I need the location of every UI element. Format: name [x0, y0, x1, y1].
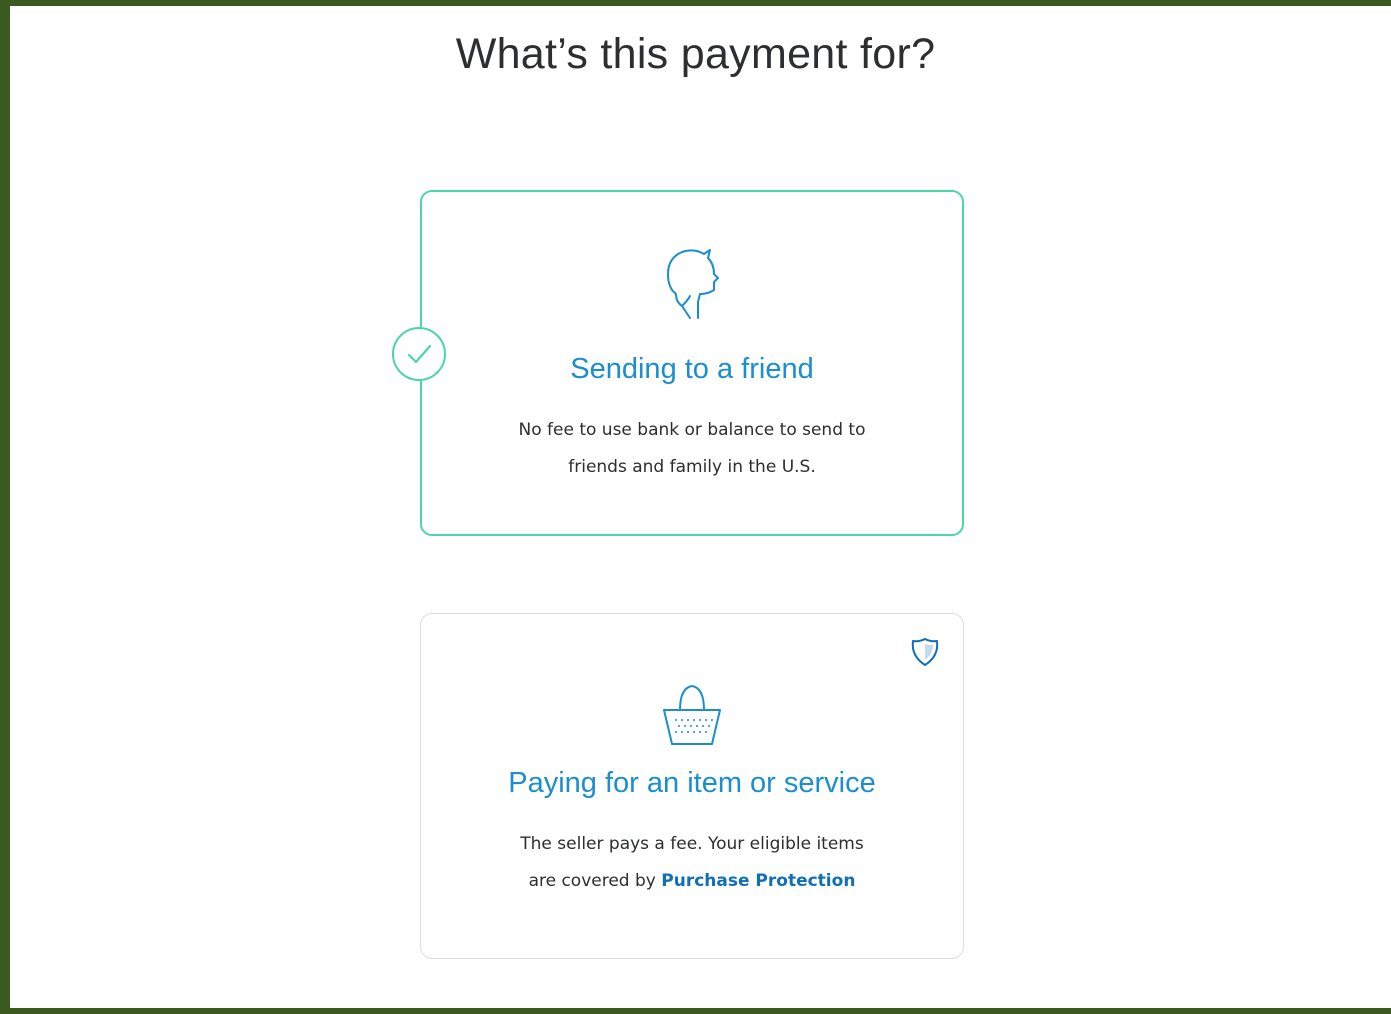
selected-check-icon [391, 326, 447, 382]
option-desc-goods-line2: are covered by Purchase Protection [421, 863, 963, 900]
option-card-friend[interactable]: Sending to a friend No fee to use bank o… [420, 190, 964, 536]
option-desc-friend: No fee to use bank or balance to send to… [422, 412, 962, 486]
option-card-goods[interactable]: Paying for an item or service The seller… [420, 613, 964, 959]
option-desc-friend-line2: friends and family in the U.S. [568, 457, 816, 477]
person-profile-icon [662, 244, 722, 328]
option-desc-goods: The seller pays a fee. Your eligible ite… [421, 826, 963, 900]
option-desc-goods-prefix: are covered by [528, 871, 656, 891]
shield-icon [909, 636, 941, 672]
option-title-goods: Paying for an item or service [508, 767, 876, 799]
page-title: What’s this payment for? [455, 30, 936, 78]
option-desc-goods-line1: The seller pays a fee. Your eligible ite… [520, 834, 864, 854]
option-desc-friend-line1: No fee to use bank or balance to send to [518, 420, 866, 440]
purchase-protection-link[interactable]: Purchase Protection [661, 871, 855, 891]
option-title-friend: Sending to a friend [570, 353, 814, 385]
basket-icon [660, 682, 724, 754]
